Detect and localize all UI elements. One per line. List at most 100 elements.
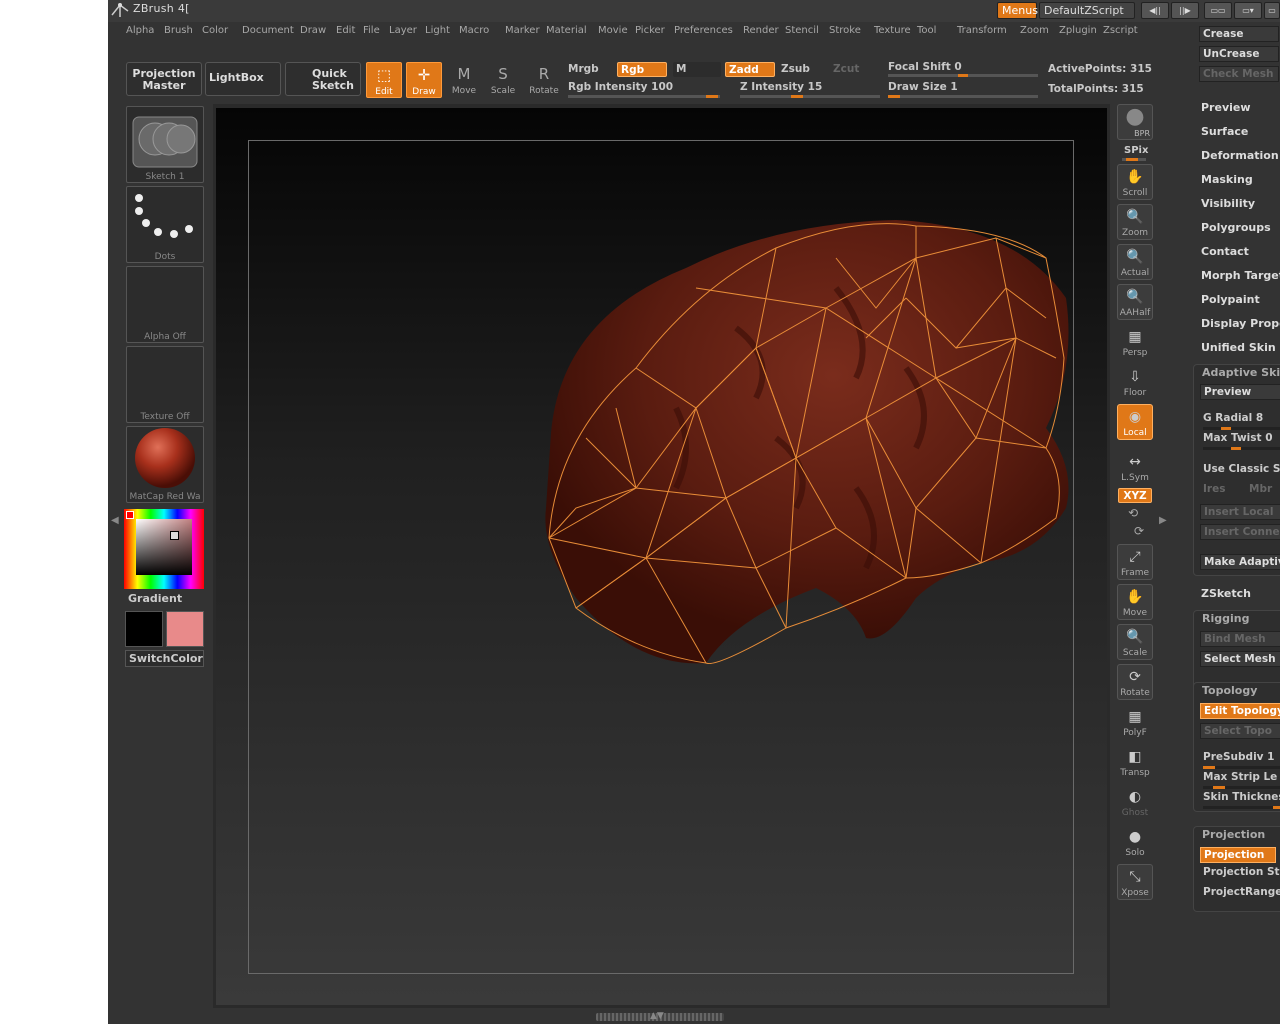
topology-title[interactable]: Topology — [1202, 684, 1257, 697]
texture-thumbnail[interactable]: Texture Off — [126, 346, 204, 423]
left-shelf-collapse-icon[interactable]: ◀ — [111, 515, 119, 526]
projection-toggle[interactable]: Projection — [1200, 847, 1276, 863]
persp-button[interactable]: ▦ Persp — [1117, 324, 1153, 360]
aahalf-button[interactable]: 🔍 AAHalf — [1117, 284, 1153, 320]
menu-tool[interactable]: Tool — [917, 25, 936, 36]
menu-picker[interactable]: Picker — [635, 25, 665, 36]
transp-button[interactable]: ◧ Transp — [1117, 744, 1153, 780]
use-classic-toggle[interactable]: Use Classic S — [1200, 463, 1280, 481]
section-unified-skin[interactable]: Unified Skin — [1201, 341, 1276, 354]
projection-strength-slider[interactable]: Projection St — [1200, 866, 1280, 884]
lsym-button[interactable]: ↔ L.Sym — [1117, 449, 1153, 483]
check-mesh-button[interactable]: Check Mesh — [1199, 66, 1279, 82]
z-intensity-track[interactable] — [740, 95, 880, 98]
scale-mode-button[interactable]: S Scale — [485, 62, 521, 98]
menu-draw[interactable]: Draw — [300, 25, 326, 36]
menu-light[interactable]: Light — [425, 25, 450, 36]
projection-master-button[interactable]: Projection Master — [126, 62, 202, 96]
draw-mode-button[interactable]: ✛ Draw — [406, 62, 442, 98]
z-intensity-slider[interactable]: Z Intensity 15 — [740, 81, 822, 93]
focal-shift-slider[interactable]: Focal Shift 0 — [888, 61, 962, 73]
bind-mesh-button[interactable]: Bind Mesh — [1200, 631, 1280, 647]
xyz-symmetry-toggle[interactable]: XYZ — [1118, 488, 1152, 503]
actual-button[interactable]: 🔍 Actual — [1117, 244, 1153, 280]
switch-color-button[interactable]: SwitchColor — [125, 650, 204, 667]
select-mesh-button[interactable]: Select Mesh — [1200, 651, 1280, 667]
section-masking[interactable]: Masking — [1201, 173, 1253, 186]
menu-preferences[interactable]: Preferences — [674, 25, 733, 36]
xpose-button[interactable]: ⤡ Xpose — [1117, 864, 1153, 900]
make-adaptive-skin-button[interactable]: Make Adaptiv — [1200, 554, 1280, 570]
menu-alpha[interactable]: Alpha — [126, 25, 154, 36]
max-strip-length-slider[interactable]: Max Strip Le — [1200, 771, 1280, 789]
rotate-button[interactable]: ⟳ Rotate — [1117, 664, 1153, 700]
window-restore-icon[interactable]: ▭▭ — [1204, 2, 1232, 19]
rgb-intensity-track[interactable] — [568, 95, 720, 98]
default-zscript-button[interactable]: DefaultZScript — [1039, 2, 1135, 19]
bottom-shelf-toggle-icon[interactable]: ▲▼ — [650, 1011, 664, 1021]
edit-topology-button[interactable]: Edit Topology — [1200, 703, 1280, 719]
menu-transform[interactable]: Transform — [957, 25, 1007, 36]
max-twist-slider[interactable]: Max Twist 0 — [1200, 432, 1280, 450]
zadd-toggle[interactable]: Zadd — [725, 62, 775, 77]
zsketch-section[interactable]: ZSketch — [1201, 587, 1251, 600]
scale-button[interactable]: 🔍 Scale — [1117, 624, 1153, 660]
color-picker-handle[interactable] — [170, 531, 179, 540]
menu-macro[interactable]: Macro — [459, 25, 489, 36]
solo-button[interactable]: ● Solo — [1117, 824, 1153, 860]
rotate-y-icon[interactable]: ⟲ — [1128, 506, 1138, 520]
sculpt-mesh-with-topology[interactable] — [216, 108, 1107, 1005]
rgb-intensity-slider[interactable]: Rgb Intensity 100 — [568, 81, 673, 93]
section-contact[interactable]: Contact — [1201, 245, 1249, 258]
menu-edit[interactable]: Edit — [336, 25, 355, 36]
edit-mode-button[interactable]: ⬚ Edit — [366, 62, 402, 98]
menu-brush[interactable]: Brush — [164, 25, 193, 36]
menus-button[interactable]: Menus — [997, 2, 1038, 19]
section-polypaint[interactable]: Polypaint — [1201, 293, 1260, 306]
zsub-toggle[interactable]: Zsub — [781, 63, 810, 75]
window-close-icon[interactable]: ▭ — [1264, 2, 1280, 19]
brush-thumbnail-sketch[interactable]: Sketch 1 — [126, 106, 204, 183]
menu-material[interactable]: Material — [546, 25, 587, 36]
uncrease-button[interactable]: UnCrease — [1199, 46, 1279, 62]
bpr-button[interactable]: ● BPR — [1117, 104, 1153, 140]
frame-button[interactable]: ⤢ Frame — [1117, 544, 1153, 580]
insert-local-button[interactable]: Insert Local — [1200, 504, 1280, 520]
gradient-label[interactable]: Gradient — [128, 592, 182, 605]
menu-zscript[interactable]: Zscript — [1103, 25, 1138, 36]
select-topo-button[interactable]: Select Topo — [1200, 723, 1280, 739]
mrgb-toggle[interactable]: Mrgb — [568, 63, 599, 75]
local-button[interactable]: ◉ Local — [1117, 404, 1153, 440]
draw-size-slider[interactable]: Draw Size 1 — [888, 81, 958, 93]
focal-shift-track[interactable] — [888, 74, 1038, 77]
rgb-toggle[interactable]: Rgb — [617, 62, 667, 77]
menu-zplugin[interactable]: Zplugin — [1059, 25, 1097, 36]
color-picker[interactable] — [124, 509, 204, 589]
move-button[interactable]: ✋ Move — [1117, 584, 1153, 620]
stroke-thumbnail-dots[interactable]: Dots — [126, 186, 204, 263]
mbr-slider[interactable]: Mbr — [1246, 483, 1280, 501]
menu-movie[interactable]: Movie — [598, 25, 628, 36]
rotate-mode-button[interactable]: R Rotate — [526, 62, 562, 98]
rigging-title[interactable]: Rigging — [1202, 612, 1249, 625]
section-deformation[interactable]: Deformation — [1201, 149, 1279, 162]
menu-color[interactable]: Color — [202, 25, 228, 36]
presubdiv-slider[interactable]: PreSubdiv 1 — [1200, 751, 1280, 769]
secondary-color-swatch[interactable] — [166, 611, 204, 647]
section-polygroups[interactable]: Polygroups — [1201, 221, 1271, 234]
adaptive-skin-title[interactable]: Adaptive Skin — [1202, 366, 1280, 379]
menu-layer[interactable]: Layer — [389, 25, 417, 36]
material-thumbnail[interactable]: MatCap Red Wa — [126, 426, 204, 503]
zcut-toggle[interactable]: Zcut — [833, 63, 859, 75]
project-range-slider[interactable]: ProjectRange — [1200, 886, 1280, 904]
menu-stencil[interactable]: Stencil — [785, 25, 819, 36]
quick-sketch-button[interactable]: Quick Sketch — [285, 62, 361, 96]
primary-color-swatch[interactable] — [125, 611, 163, 647]
g-radial-slider[interactable]: G Radial 8 — [1200, 412, 1280, 430]
lightbox-button[interactable]: LightBox — [205, 62, 281, 96]
menu-document[interactable]: Document — [242, 25, 294, 36]
menu-render[interactable]: Render — [743, 25, 779, 36]
slider-right-icon[interactable]: ||▶ — [1171, 2, 1199, 19]
alpha-thumbnail[interactable]: Alpha Off — [126, 266, 204, 343]
scroll-button[interactable]: ✋ Scroll — [1117, 164, 1153, 200]
